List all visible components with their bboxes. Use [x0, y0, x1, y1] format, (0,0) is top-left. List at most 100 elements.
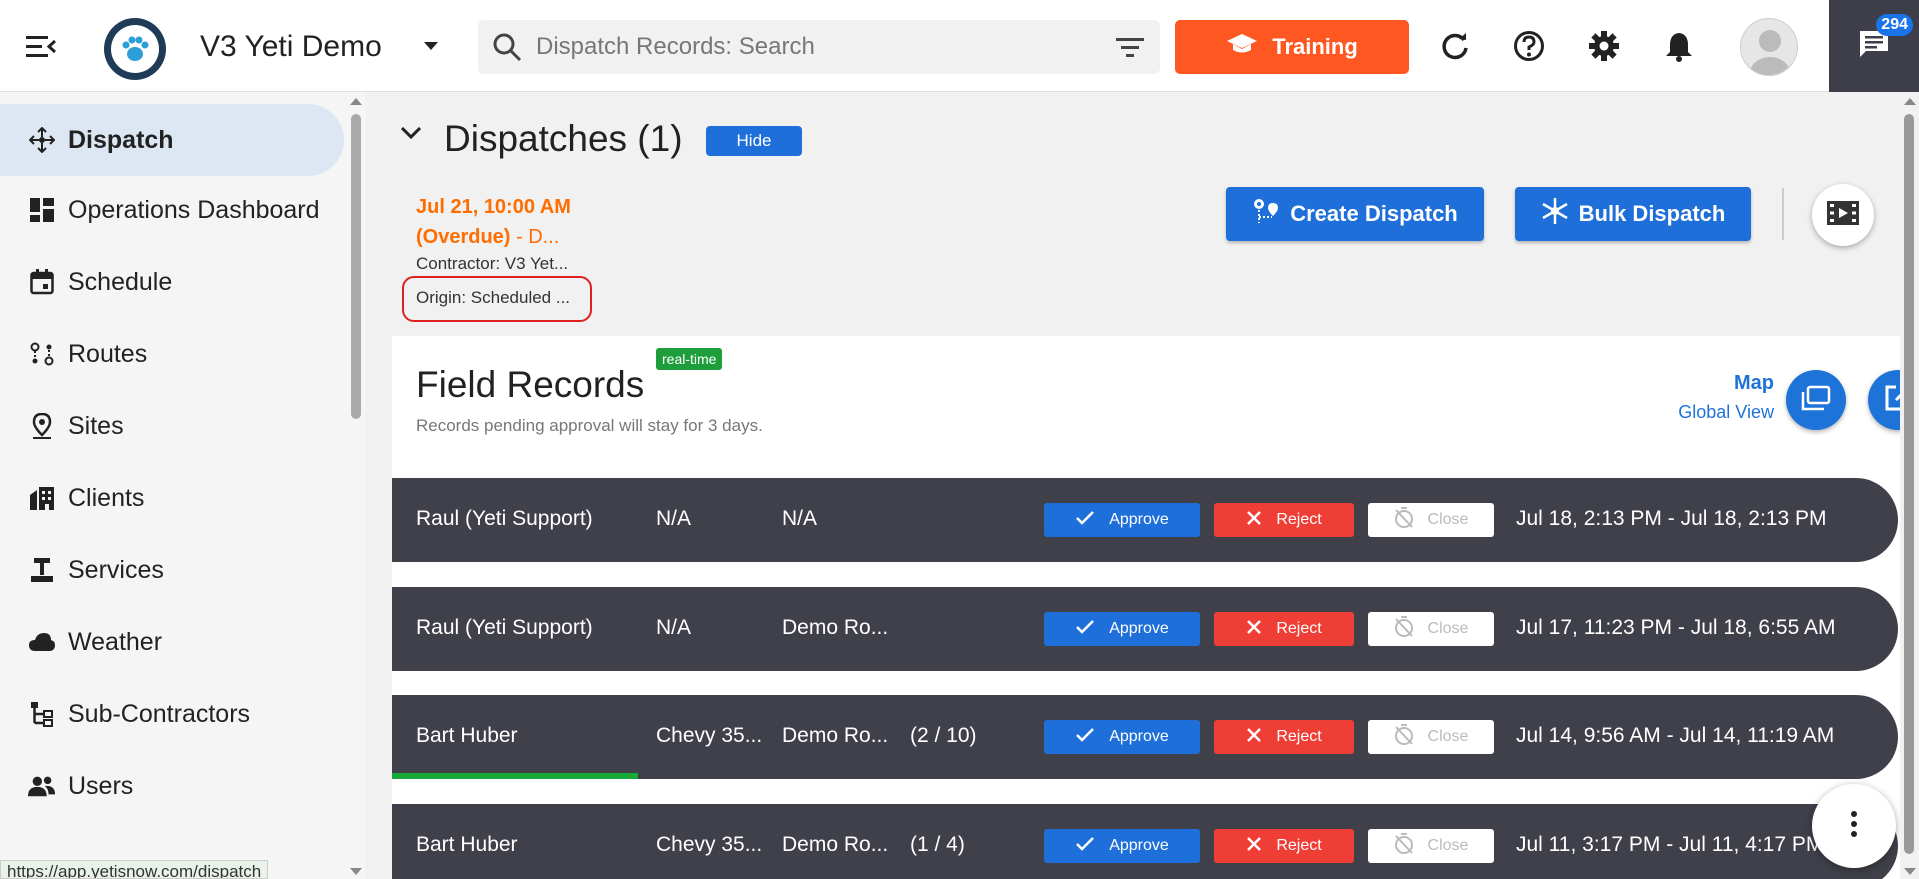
create-dispatch-button[interactable]: Create Dispatch [1226, 187, 1484, 241]
sidebar-item-label: Sites [68, 411, 124, 440]
dispatch-name: - D... [510, 226, 560, 248]
record-row[interactable]: Raul (Yeti Support) N/A N/A Approve Reje… [392, 478, 1898, 562]
scroll-down-arrow-icon[interactable] [350, 868, 362, 875]
dispatch-contractor: Contractor: V3 Yet... [416, 254, 569, 273]
real-time-badge: real-time [656, 348, 723, 370]
bulk-dispatch-label: Bulk Dispatch [1578, 201, 1726, 226]
dispatch-card[interactable]: Jul 21, 10:00 AM (Overdue) - D... [416, 192, 571, 252]
menu-icon[interactable] [26, 34, 57, 60]
record-row[interactable]: Bart Huber Chevy 35... Demo Ro... (2 / 1… [392, 695, 1898, 779]
sidebar-scrollbar[interactable] [346, 92, 366, 879]
sidebar-item-users[interactable]: Users [0, 750, 346, 822]
reject-button[interactable]: Reject [1214, 720, 1354, 754]
sidebar-item-schedule[interactable]: Schedule [0, 246, 346, 318]
gear-icon[interactable] [1586, 28, 1622, 64]
approve-label: Approve [1109, 728, 1169, 745]
refresh-icon[interactable] [1437, 28, 1473, 64]
close-button[interactable]: Close [1368, 829, 1494, 863]
user-avatar[interactable] [1740, 18, 1798, 76]
training-button[interactable]: Training [1175, 20, 1409, 74]
collapse-chevron-icon[interactable] [400, 126, 422, 145]
reject-label: Reject [1276, 837, 1322, 854]
record-vehicle: N/A [656, 507, 692, 530]
bell-icon[interactable] [1661, 28, 1697, 64]
status-url: https://app.yetisnow.com/dispatch [0, 860, 269, 879]
top-bar: V3 Yeti Demo Training 294 [0, 0, 1919, 92]
close-button[interactable]: Close [1368, 503, 1494, 537]
open-external-button[interactable] [1868, 370, 1900, 430]
record-vehicle: Chevy 35... [656, 724, 763, 747]
approve-button[interactable]: Approve [1044, 612, 1200, 646]
close-button[interactable]: Close [1368, 612, 1494, 646]
sidebar-item-operations-dashboard[interactable]: Operations Dashboard [0, 174, 346, 246]
org-tree-icon [28, 700, 56, 728]
reject-label: Reject [1276, 620, 1322, 637]
approve-label: Approve [1109, 837, 1169, 854]
paw-logo[interactable] [104, 18, 166, 80]
check-icon [1075, 727, 1095, 748]
approve-button[interactable]: Approve [1044, 720, 1200, 754]
app-title[interactable]: V3 Yeti Demo [200, 30, 382, 64]
more-options-button[interactable] [1812, 784, 1896, 868]
sidebar-item-label: Operations Dashboard [68, 195, 320, 224]
sidebar-item-sites[interactable]: Sites [0, 390, 346, 462]
x-icon [1246, 619, 1262, 640]
record-name: Raul (Yeti Support) [416, 507, 593, 530]
scroll-up-arrow-icon[interactable] [350, 98, 362, 105]
search-icon [492, 32, 522, 67]
route-pin-icon [1252, 197, 1280, 231]
record-date-range: Jul 18, 2:13 PM - Jul 18, 2:13 PM [1516, 507, 1827, 530]
close-button[interactable]: Close [1368, 720, 1494, 754]
global-view-link[interactable]: Global View [1622, 402, 1774, 423]
sidebar-item-dispatch[interactable]: Dispatch [0, 104, 344, 176]
approve-label: Approve [1109, 511, 1169, 528]
map-link[interactable]: Map [1694, 372, 1774, 395]
approve-button[interactable]: Approve [1044, 503, 1200, 537]
location-pin-icon [28, 412, 56, 440]
record-vehicle: N/A [656, 616, 692, 639]
scroll-down-arrow-icon[interactable] [1904, 868, 1916, 875]
record-row[interactable]: Bart Huber Chevy 35... Demo Ro... (1 / 4… [392, 804, 1898, 879]
field-records-title: Field Records [416, 364, 645, 405]
sidebar-item-sub-contractors[interactable]: Sub-Contractors [0, 678, 346, 750]
search-bar [478, 20, 1160, 74]
sidebar-item-label: Routes [68, 339, 148, 368]
sidebar-item-routes[interactable]: Routes [0, 318, 346, 390]
help-icon[interactable] [1511, 28, 1547, 64]
services-icon [28, 556, 56, 584]
snowflake-pin-icon [1541, 197, 1569, 231]
filter-icon[interactable] [1116, 36, 1144, 63]
sidebar-item-label: Users [68, 771, 134, 800]
users-icon [28, 772, 56, 800]
video-button[interactable] [1812, 184, 1874, 246]
calendar-icon [28, 268, 56, 296]
field-records-subtitle: Records pending approval will stay for 3… [416, 416, 763, 435]
main-scrollbar[interactable] [1900, 92, 1919, 879]
approve-button[interactable]: Approve [1044, 829, 1200, 863]
reject-label: Reject [1276, 511, 1322, 528]
record-route: Demo Ro... [782, 724, 889, 747]
graduation-cap-icon [1226, 32, 1258, 62]
hide-button[interactable]: Hide [706, 126, 802, 156]
chevron-down-icon[interactable] [424, 42, 438, 50]
bulk-dispatch-button[interactable]: Bulk Dispatch [1515, 187, 1751, 241]
main-scroll-thumb[interactable] [1904, 114, 1914, 854]
chat-badge: 294 [1876, 14, 1913, 36]
gallery-button[interactable] [1786, 370, 1846, 430]
reject-button[interactable]: Reject [1214, 829, 1354, 863]
reject-button[interactable]: Reject [1214, 503, 1354, 537]
x-icon [1246, 727, 1262, 748]
reject-button[interactable]: Reject [1214, 612, 1354, 646]
divider [1782, 188, 1784, 240]
sidebar-item-weather[interactable]: Weather [0, 606, 346, 678]
scroll-up-arrow-icon[interactable] [1904, 98, 1916, 105]
record-row[interactable]: Raul (Yeti Support) N/A Demo Ro... Appro… [392, 587, 1898, 671]
sidebar-scroll-thumb[interactable] [351, 114, 361, 419]
chat-button[interactable]: 294 [1829, 0, 1919, 92]
search-input[interactable] [536, 20, 1076, 74]
sidebar-item-label: Sub-Contractors [68, 699, 251, 728]
main-content: Dispatches (1) Hide Jul 21, 10:00 AM (Ov… [366, 92, 1900, 879]
sidebar-item-services[interactable]: Services [0, 534, 346, 606]
dispatch-origin: Origin: Scheduled ... [402, 276, 592, 322]
sidebar-item-clients[interactable]: Clients [0, 462, 346, 534]
